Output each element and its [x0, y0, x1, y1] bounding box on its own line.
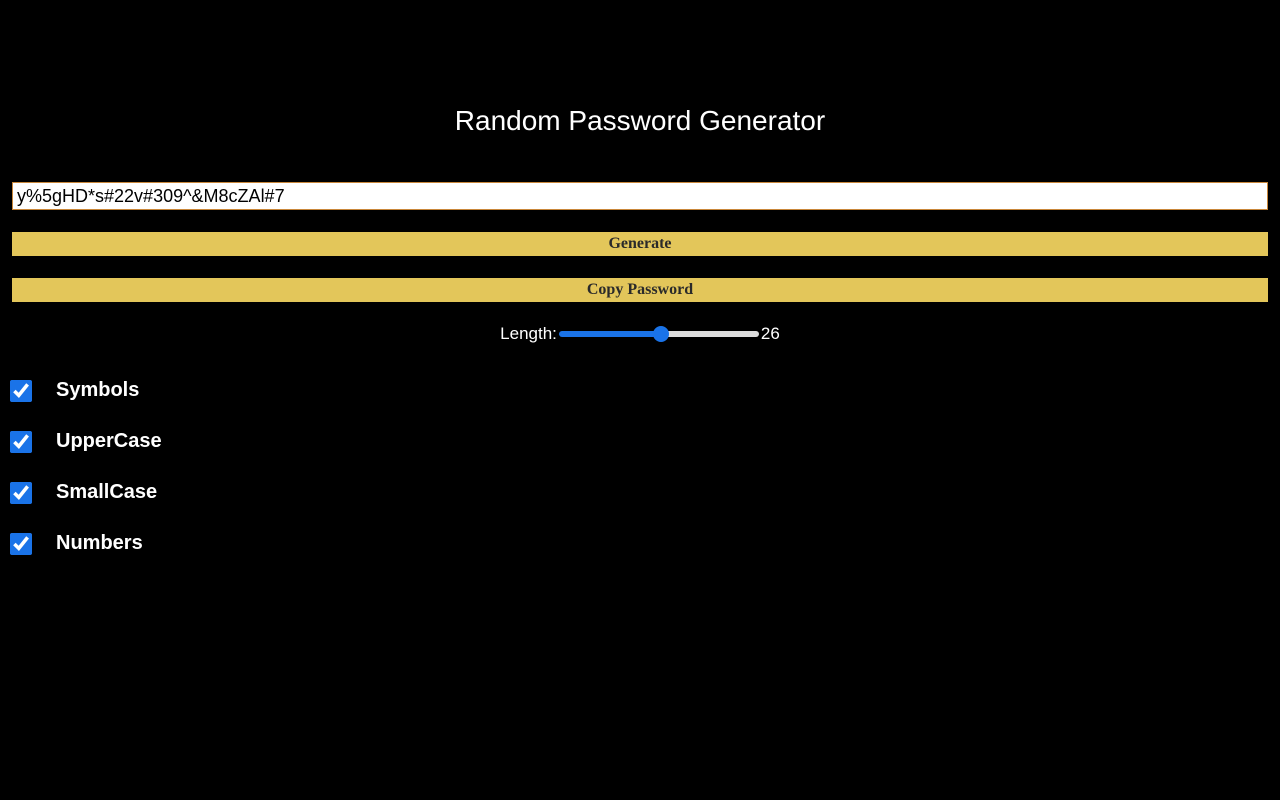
symbols-label: Symbols	[56, 379, 139, 402]
symbols-checkbox[interactable]	[10, 380, 32, 402]
numbers-checkbox[interactable]	[10, 533, 32, 555]
page-title: Random Password Generator	[10, 105, 1270, 137]
option-numbers: Numbers	[10, 532, 1270, 555]
password-output[interactable]	[12, 182, 1268, 210]
uppercase-label: UpperCase	[56, 430, 162, 453]
length-slider[interactable]	[559, 331, 759, 337]
smallcase-checkbox[interactable]	[10, 482, 32, 504]
option-symbols: Symbols	[10, 379, 1270, 402]
length-value: 26	[761, 324, 780, 344]
options-group: Symbols UpperCase SmallCase Numbers	[10, 379, 1270, 555]
option-smallcase: SmallCase	[10, 481, 1270, 504]
generate-button[interactable]: Generate	[12, 232, 1268, 256]
option-uppercase: UpperCase	[10, 430, 1270, 453]
uppercase-checkbox[interactable]	[10, 431, 32, 453]
length-control: Length: 26	[10, 324, 1270, 344]
smallcase-label: SmallCase	[56, 481, 157, 504]
numbers-label: Numbers	[56, 532, 143, 555]
length-label: Length:	[500, 324, 557, 344]
copy-password-button[interactable]: Copy Password	[12, 278, 1268, 302]
